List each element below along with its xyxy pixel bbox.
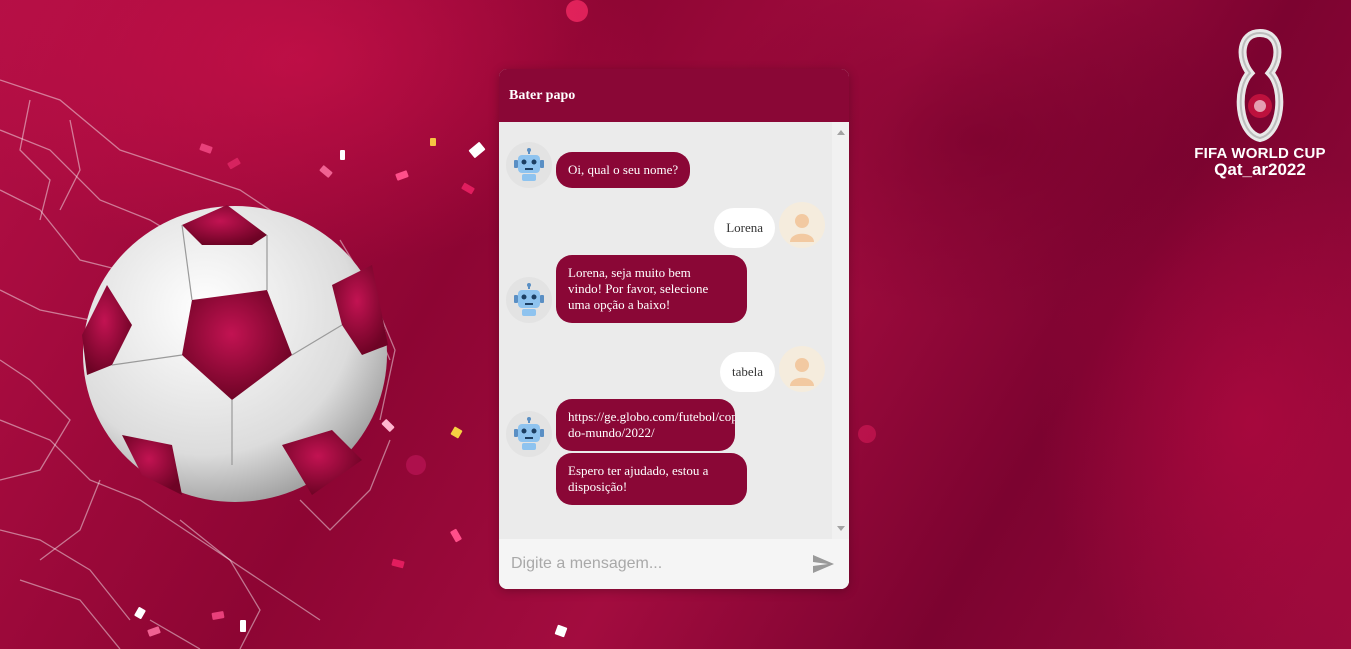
chat-scrollbar[interactable] bbox=[832, 122, 849, 539]
message-line: vindo! Por favor, selecione bbox=[568, 281, 709, 296]
message-line: Espero ter ajudado, estou a bbox=[568, 463, 709, 478]
message-input-bar bbox=[499, 539, 849, 589]
robot-icon bbox=[506, 277, 552, 323]
trophy-emblem-icon bbox=[1236, 28, 1284, 143]
message-row-user: Lorena bbox=[714, 202, 825, 248]
message-line: https://ge.globo.com/futebol/copa- bbox=[568, 409, 735, 424]
chat-window: Bater papo Oi, qual o seu nome? Lorena L… bbox=[499, 69, 849, 589]
bot-message-bubble: Espero ter ajudado, estou a disposição! bbox=[556, 453, 747, 505]
link-message-bubble[interactable]: https://ge.globo.com/futebol/copa- do-mu… bbox=[556, 399, 735, 451]
message-row-bot: https://ge.globo.com/futebol/copa- do-mu… bbox=[506, 399, 747, 505]
user-avatar-icon bbox=[779, 346, 825, 392]
chat-title: Bater papo bbox=[509, 87, 576, 103]
logo-line2: Qat_ar2022 bbox=[1214, 160, 1306, 179]
message-line: disposição! bbox=[568, 479, 628, 494]
robot-icon bbox=[506, 142, 552, 188]
scroll-up-arrow-icon[interactable] bbox=[837, 130, 845, 135]
send-icon[interactable] bbox=[811, 552, 835, 576]
soccer-ball bbox=[82, 205, 388, 502]
message-row-bot: Lorena, seja muito bem vindo! Por favor,… bbox=[506, 255, 747, 323]
message-line: Lorena, seja muito bem bbox=[568, 265, 691, 280]
user-message-bubble: tabela bbox=[719, 352, 775, 392]
chat-header: Bater papo bbox=[499, 69, 849, 122]
message-row-user: tabela bbox=[719, 346, 825, 392]
chat-messages[interactable]: Oi, qual o seu nome? Lorena Lorena, seja… bbox=[499, 122, 832, 539]
scroll-down-arrow-icon[interactable] bbox=[837, 526, 845, 531]
bot-message-bubble: Oi, qual o seu nome? bbox=[556, 152, 691, 188]
user-avatar-icon bbox=[779, 202, 825, 248]
message-line: do-mundo/2022/ bbox=[568, 425, 655, 440]
bot-message-bubble: Lorena, seja muito bem vindo! Por favor,… bbox=[556, 255, 747, 323]
message-line: uma opção a baixo! bbox=[568, 297, 671, 312]
user-message-bubble: Lorena bbox=[714, 208, 775, 248]
robot-icon bbox=[506, 411, 552, 457]
message-input[interactable] bbox=[509, 554, 811, 574]
message-row-bot: Oi, qual o seu nome? bbox=[506, 142, 691, 188]
fifa-world-cup-logo: FIFA WORLD CUP Qat_ar2022 bbox=[1190, 28, 1330, 180]
